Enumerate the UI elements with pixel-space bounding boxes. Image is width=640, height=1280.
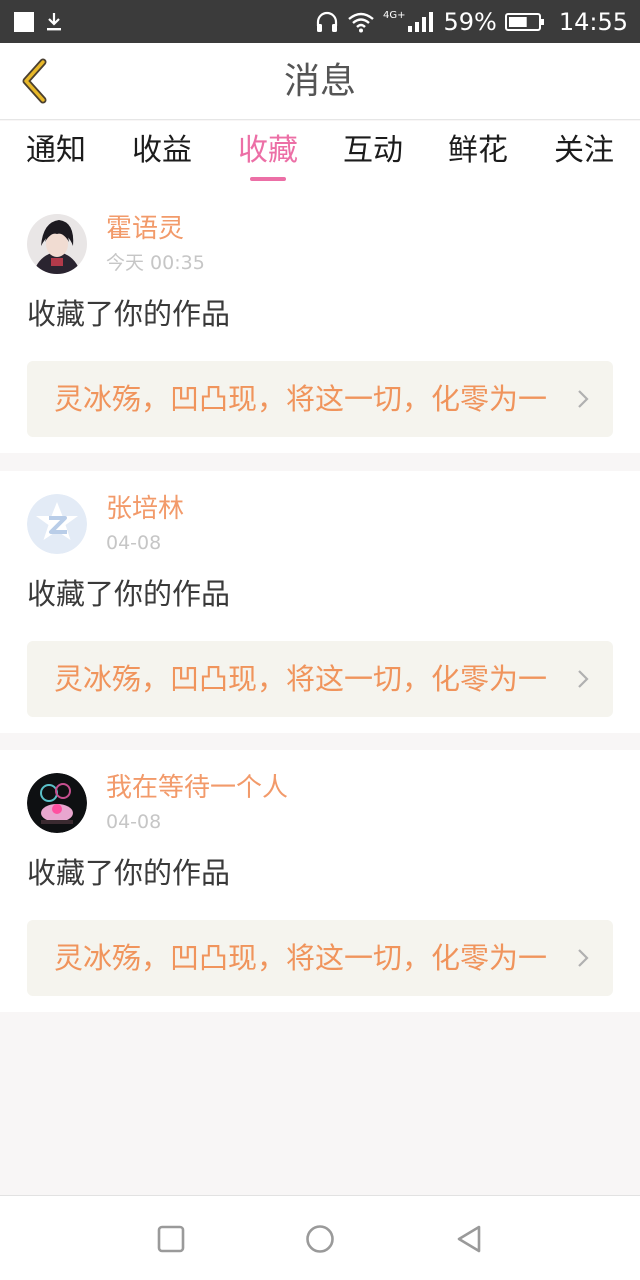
active-tab-indicator (250, 177, 286, 181)
triangle-back-icon (457, 1225, 481, 1253)
back-nav-button[interactable] (451, 1221, 487, 1257)
avatar[interactable] (27, 494, 87, 554)
wifi-icon (348, 12, 374, 32)
work-link[interactable]: 灵冰殇，凹凸现，将这一切，化零为一 (27, 361, 613, 437)
home-button[interactable] (302, 1221, 338, 1257)
headphones-icon (316, 11, 338, 32)
message-card: 张培林 04-08 收藏了你的作品 灵冰殇，凹凸现，将这一切，化零为一 (0, 471, 640, 733)
message-card: 我在等待一个人 04-08 收藏了你的作品 灵冰殇，凹凸现，将这一切，化零为一 (0, 750, 640, 1012)
battery-icon (504, 12, 544, 31)
action-text: 收藏了你的作品 (27, 856, 231, 890)
chevron-right-icon (578, 670, 589, 688)
download-icon (47, 12, 61, 30)
work-link[interactable]: 灵冰殇，凹凸现，将这一切，化零为一 (27, 920, 613, 996)
network-type-label: 4G+ (382, 10, 406, 21)
tab-earnings[interactable]: 收益 (122, 131, 202, 181)
tab-label: 通知 (26, 133, 86, 168)
square-icon (157, 1225, 185, 1253)
status-bar: 4G+ 59% 14:55 (0, 0, 640, 43)
system-nav-bar (0, 1195, 640, 1280)
work-title: 灵冰殇，凹凸现，将这一切，化零为一 (54, 941, 548, 975)
tab-label: 收藏 (238, 133, 298, 168)
tab-notifications[interactable]: 通知 (16, 131, 96, 181)
clock: 14:55 (558, 7, 628, 36)
message-card: 霍语灵 今天 00:35 收藏了你的作品 灵冰殇，凹凸现，将这一切，化零为一 (0, 191, 640, 453)
message-time: 今天 00:35 (106, 252, 205, 274)
avatar[interactable] (27, 214, 87, 274)
username[interactable]: 我在等待一个人 (106, 772, 288, 804)
signal-icon (408, 11, 434, 32)
header: 消息 (0, 43, 640, 120)
work-link[interactable]: 灵冰殇，凹凸现，将这一切，化零为一 (27, 641, 613, 717)
page-title: 消息 (283, 61, 356, 102)
circle-icon (306, 1225, 334, 1253)
tab-label: 关注 (554, 133, 614, 168)
message-time: 04-08 (106, 532, 162, 554)
message-time: 04-08 (106, 811, 162, 833)
work-title: 灵冰殇，凹凸现，将这一切，化零为一 (54, 662, 548, 696)
tab-label: 鲜花 (448, 133, 508, 168)
work-title: 灵冰殇，凹凸现，将这一切，化零为一 (54, 382, 548, 416)
tab-flowers[interactable]: 鲜花 (438, 131, 518, 181)
chevron-right-icon (578, 390, 589, 408)
username[interactable]: 张培林 (106, 493, 184, 525)
tab-label: 收益 (132, 133, 192, 168)
tab-favorites[interactable]: 收藏 (228, 131, 308, 181)
action-text: 收藏了你的作品 (27, 577, 231, 611)
tab-bar: 通知 收益 收藏 互动 鲜花 关注 (0, 121, 640, 191)
action-text: 收藏了你的作品 (27, 297, 231, 331)
tab-label: 互动 (343, 133, 403, 168)
avatar[interactable] (27, 773, 87, 833)
notification-square-icon (14, 11, 34, 32)
recent-apps-button[interactable] (153, 1221, 189, 1257)
chevron-right-icon (578, 949, 589, 967)
tab-following[interactable]: 关注 (544, 131, 624, 181)
tab-interactions[interactable]: 互动 (333, 131, 413, 181)
battery-percent: 59% (443, 7, 497, 36)
username[interactable]: 霍语灵 (106, 213, 184, 245)
